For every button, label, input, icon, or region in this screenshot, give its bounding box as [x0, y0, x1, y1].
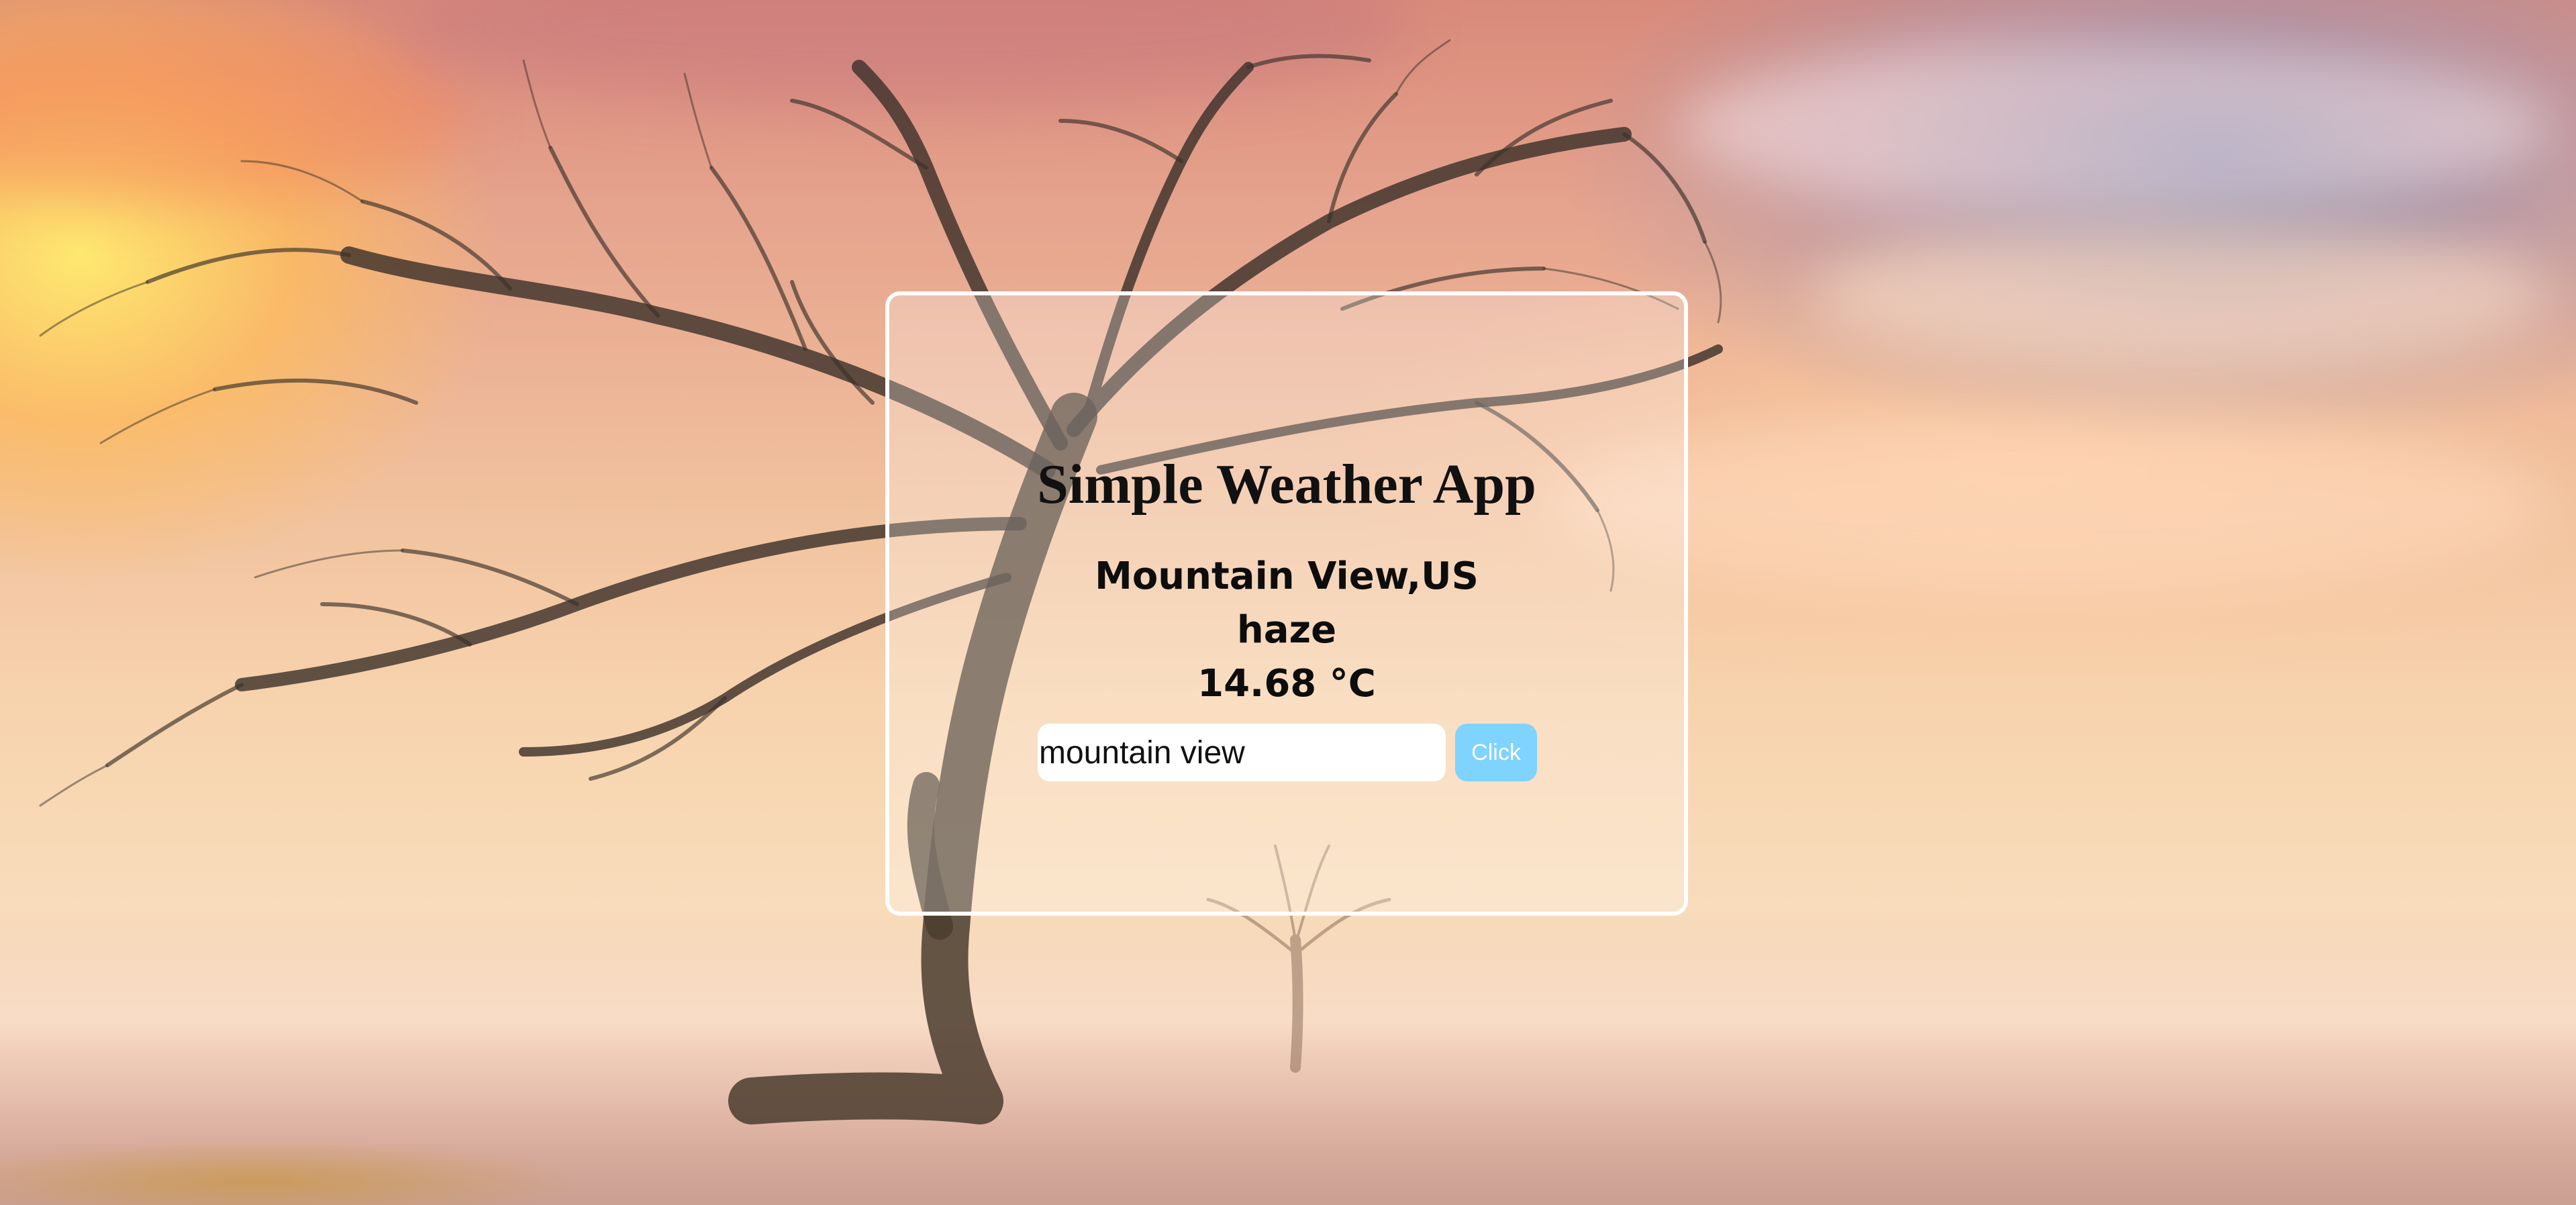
city-search-input[interactable] — [1038, 724, 1446, 781]
app-title: Simple Weather App — [1037, 453, 1536, 516]
location-label: Mountain View,US — [1095, 555, 1479, 598]
search-button[interactable]: Click — [1455, 724, 1537, 781]
weather-description: haze — [1236, 608, 1337, 652]
weather-card: Simple Weather App Mountain View,US haze… — [885, 291, 1688, 916]
temperature-readout: 14.68 °C — [1197, 662, 1376, 706]
